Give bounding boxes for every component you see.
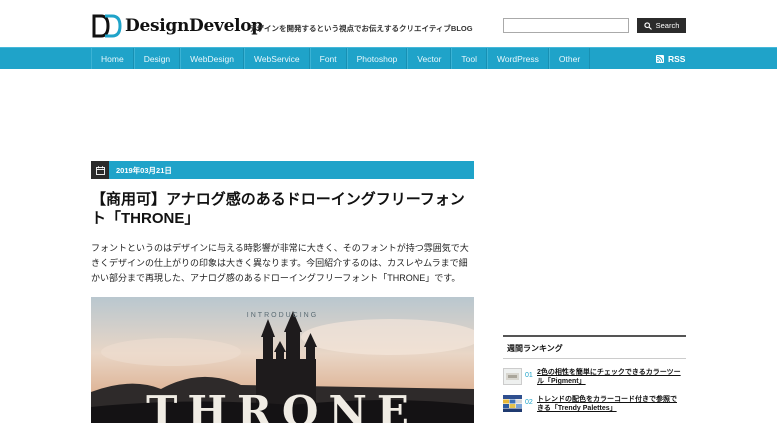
ranking-number: 02	[525, 399, 533, 406]
ranking-item[interactable]: 01 2色の相性を簡単にチェックできるカラーツール「Pigment」	[503, 368, 686, 390]
search-icon	[643, 21, 652, 30]
nav-item-webservice[interactable]: WebService	[243, 48, 310, 69]
global-nav: Home Design WebDesign WebService Font Ph…	[0, 47, 777, 69]
rss-icon	[656, 54, 664, 63]
site-header: DesignDevelop デザインを開発するという視点でお伝えするクリエイティ…	[0, 0, 777, 47]
site-logo[interactable]: DesignDevelop	[92, 14, 263, 38]
sidebar-divider	[503, 335, 686, 337]
hero-kicker: INTRODUCING	[246, 312, 319, 319]
nav-item-tool[interactable]: Tool	[451, 48, 487, 69]
nav-item-font[interactable]: Font	[309, 48, 347, 69]
ranking-item[interactable]: 02 トレンドの配色をカラーコード付きで参照できる「Trendy Palette…	[503, 395, 686, 417]
article-body: フォントというのはデザインに与える時影響が非常に大きく、そのフォントが持つ雰囲気…	[91, 243, 469, 283]
nav-item-webdesign[interactable]: WebDesign	[180, 48, 244, 69]
rss-label: RSS	[668, 53, 686, 64]
ranking-link[interactable]: トレンドの配色をカラーコード付きで参照できる「Trendy Palettes」	[537, 395, 682, 413]
search-button[interactable]: Search	[637, 18, 686, 33]
nav-item-vector[interactable]: Vector	[407, 48, 452, 69]
ranking-number: 01	[525, 372, 533, 379]
ranking-thumbnail[interactable]	[503, 368, 522, 385]
nav-item-home[interactable]: Home	[91, 48, 134, 69]
calendar-icon	[91, 161, 109, 179]
hero-font-name: THRONE	[146, 387, 419, 423]
ranking-link[interactable]: 2色の相性を簡単にチェックできるカラーツール「Pigment」	[537, 368, 682, 386]
site-tagline: デザインを開発するという視点でお伝えするクリエイティブBLOG	[249, 24, 473, 33]
nav-item-wordpress[interactable]: WordPress	[487, 48, 549, 69]
article-date: 2019年03月21日	[116, 166, 172, 175]
thumbnail-image	[506, 373, 519, 380]
search-input[interactable]	[503, 18, 629, 33]
ranking-title: 週間ランキング	[507, 344, 563, 353]
article-date-bar: 2019年03月21日	[91, 161, 474, 179]
sidebar-divider	[503, 358, 686, 359]
nav-item-design[interactable]: Design	[133, 48, 181, 69]
logo-mark-icon	[92, 14, 122, 38]
search-button-label: Search	[655, 21, 680, 30]
logo-text: DesignDevelop	[125, 16, 263, 36]
nav-item-photoshop[interactable]: Photoshop	[346, 48, 408, 69]
article-title: 【商用可】アナログ感のあるドローイングフリーフォント「THRONE」	[91, 191, 465, 227]
article-hero-image[interactable]: INTRODUCING THRONE	[91, 297, 474, 423]
ranking-thumbnail[interactable]	[503, 395, 522, 412]
rss-link[interactable]: RSS	[656, 48, 685, 69]
nav-item-other[interactable]: Other	[548, 48, 591, 69]
thumbnail-image	[503, 395, 522, 412]
